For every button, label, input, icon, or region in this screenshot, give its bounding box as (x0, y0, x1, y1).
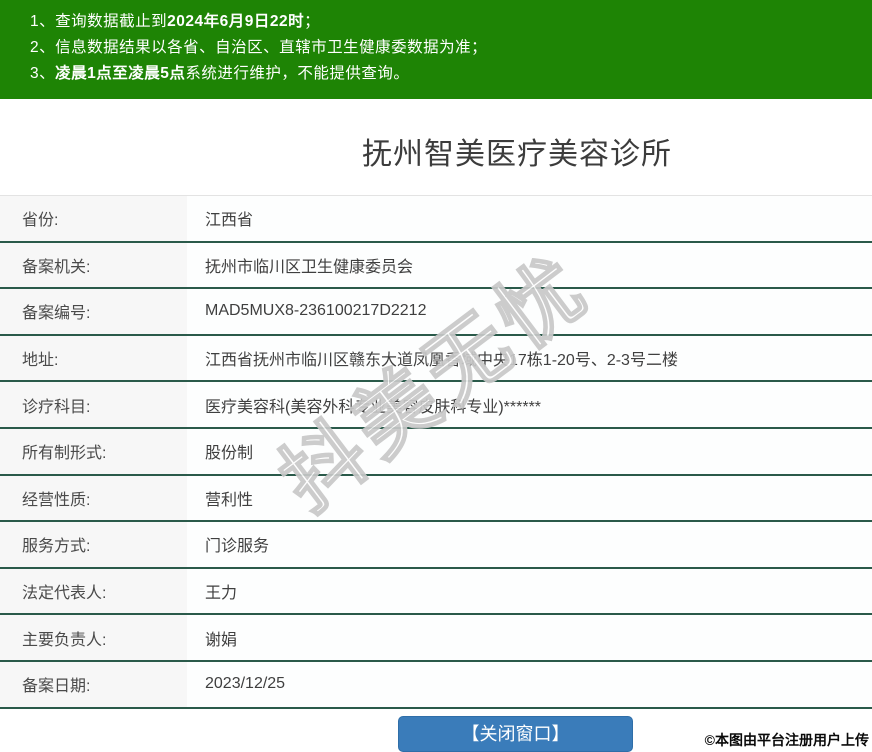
row-label: 所有制形式: (0, 428, 187, 474)
table-row: 备案编号: MAD5MUX8-236100217D2212 (0, 289, 872, 336)
notice-banner: 1、查询数据截止到2024年6月9日22时； 2、信息数据结果以各省、自治区、直… (0, 0, 872, 99)
close-window-button[interactable]: 【关闭窗口】 (398, 716, 633, 752)
row-value: 2023/12/25 (187, 661, 872, 707)
table-row: 备案机关: 抚州市临川区卫生健康委员会 (0, 242, 872, 290)
notice-line: 1、查询数据截止到2024年6月9日22时； (30, 13, 321, 30)
table-row: 省份: 江西省 (0, 196, 872, 243)
row-label: 省份: (0, 196, 187, 241)
row-value: 抚州市临川区卫生健康委员会 (187, 242, 872, 288)
row-value: 门诊服务 (187, 522, 872, 567)
row-label: 服务方式: (0, 522, 187, 567)
row-label: 主要负责人: (0, 615, 187, 660)
corner-watermark: ©本图由平台注册用户上传 (704, 732, 869, 748)
table-row: 诊疗科目: 医疗美容科(美容外科专业美容皮肤科专业)****** (0, 382, 872, 429)
row-value: MAD5MUX8-236100217D2212 (187, 289, 872, 334)
record-table: 省份: 江西省 备案机关: 抚州市临川区卫生健康委员会 备案编号: MAD5MU… (0, 195, 872, 709)
table-row: 法定代表人: 王力 (0, 568, 872, 616)
record-page: 1、查询数据截止到2024年6月9日22时； 2、信息数据结果以各省、自治区、直… (0, 0, 872, 752)
table-row: 地址: 江西省抚州市临川区赣东大道凤凰香域中央17栋1-20号、2-3号二楼 (0, 335, 872, 383)
row-label: 经营性质: (0, 475, 187, 521)
row-label: 诊疗科目: (0, 382, 187, 427)
row-label: 地址: (0, 335, 187, 381)
row-value: 江西省抚州市临川区赣东大道凤凰香域中央17栋1-20号、2-3号二楼 (187, 335, 872, 381)
page-title: 抚州智美医疗美容诊所 (362, 138, 672, 171)
title-area: 抚州智美医疗美容诊所 (0, 99, 872, 173)
row-label: 备案日期: (0, 661, 187, 707)
table-row: 服务方式: 门诊服务 (0, 522, 872, 569)
row-value: 谢娟 (187, 615, 872, 660)
row-label: 法定代表人: (0, 568, 187, 614)
table-row: 所有制形式: 股份制 (0, 428, 872, 476)
row-label: 备案机关: (0, 242, 187, 288)
row-label: 备案编号: (0, 289, 187, 334)
row-value: 江西省 (187, 196, 872, 241)
notice-line: 2、信息数据结果以各省、自治区、直辖市卫生健康委数据为准； (30, 39, 488, 56)
row-value: 股份制 (187, 428, 872, 474)
row-value: 王力 (187, 568, 872, 614)
notice-line: 3、凌晨1点至凌晨5点系统进行维护，不能提供查询。 (30, 65, 410, 82)
table-row: 备案日期: 2023/12/25 (0, 661, 872, 709)
table-row: 经营性质: 营利性 (0, 475, 872, 523)
row-value: 营利性 (187, 475, 872, 521)
row-value: 医疗美容科(美容外科专业美容皮肤科专业)****** (187, 382, 872, 427)
table-row: 主要负责人: 谢娟 (0, 615, 872, 662)
